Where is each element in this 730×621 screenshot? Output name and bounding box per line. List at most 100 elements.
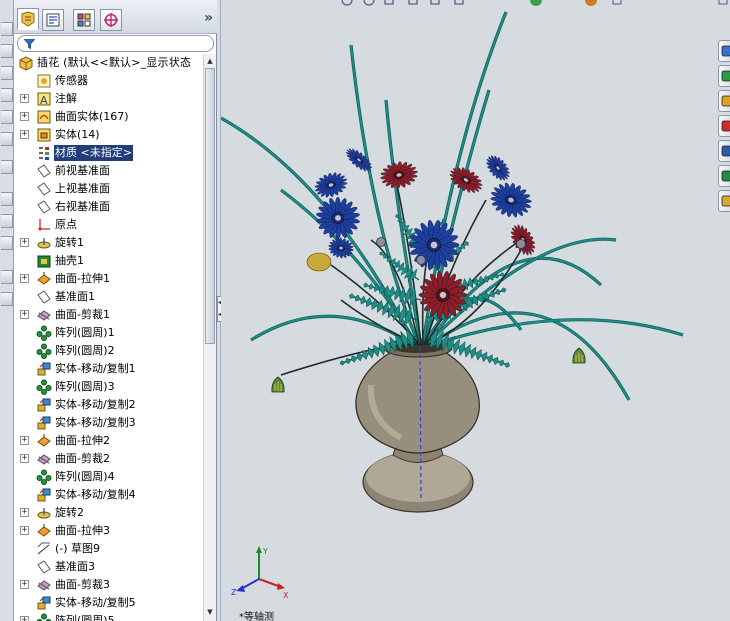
surface-extrude-icon <box>37 434 51 447</box>
tab-dimxpert[interactable] <box>100 9 122 31</box>
expand-toggle-icon[interactable]: + <box>20 436 29 445</box>
tree-node[interactable]: 阵列(圆周)1 <box>14 324 203 342</box>
tree-node[interactable]: 实体-移动/复制4 <box>14 486 203 504</box>
tree-node[interactable]: 材质 <未指定> <box>14 144 203 162</box>
tree-node[interactable]: + A 注解 <box>14 90 203 108</box>
task-pane-button[interactable] <box>718 165 730 187</box>
expand-toggle-icon[interactable]: + <box>20 94 29 103</box>
expand-toggle-icon[interactable]: + <box>20 580 29 589</box>
tree-node[interactable]: + 旋转2 <box>14 504 203 522</box>
feature-tree-icon <box>21 11 35 27</box>
task-pane-button[interactable] <box>718 140 730 162</box>
tree-node-label: 阵列(圆周)5 <box>55 614 115 621</box>
tree-node[interactable]: 抽壳1 <box>14 252 203 270</box>
tree-node[interactable]: (-) 草图9 <box>14 540 203 558</box>
expand-toggle-icon[interactable]: + <box>20 454 29 463</box>
tree-node[interactable]: + 阵列(圆周)5 <box>14 612 203 621</box>
strip-button[interactable] <box>1 44 13 58</box>
tree-node[interactable]: 实体-移动/复制5 <box>14 594 203 612</box>
tree-node[interactable]: + 曲面-拉伸3 <box>14 522 203 540</box>
tree-node[interactable]: + 曲面-拉伸2 <box>14 432 203 450</box>
tree-root[interactable]: 插花 (默认<<默认>_显示状态 <box>14 54 203 72</box>
task-pane-button[interactable] <box>718 190 730 212</box>
heads-up-toolbar[interactable] <box>341 0 730 8</box>
tree-filter-input[interactable] <box>17 35 214 52</box>
tree-node[interactable]: 实体-移动/复制1 <box>14 360 203 378</box>
tree-node-label: 实体-移动/复制1 <box>55 362 136 375</box>
strip-button[interactable] <box>1 160 13 174</box>
tree-node-label: 旋转2 <box>55 506 84 519</box>
plane-icon <box>37 290 51 304</box>
tree-node[interactable]: 传感器 <box>14 72 203 90</box>
command-manager-strip <box>0 0 14 621</box>
feature-manager-tabs: » <box>14 0 217 34</box>
task-pane-button[interactable] <box>718 115 730 137</box>
tree-node[interactable]: 基准面1 <box>14 288 203 306</box>
expand-toggle-icon[interactable]: + <box>20 310 29 319</box>
task-pane-button[interactable] <box>718 40 730 62</box>
tree-node[interactable]: 阵列(圆周)3 <box>14 378 203 396</box>
scroll-down-arrow-icon[interactable]: ▼ <box>204 606 216 618</box>
expand-toggle-icon[interactable]: + <box>20 526 29 535</box>
move-copy-icon <box>37 398 51 412</box>
expand-toggle-icon[interactable]: + <box>20 238 29 247</box>
tree-node-label: 传感器 <box>55 74 88 87</box>
tree-node-label: 抽壳1 <box>55 254 84 267</box>
tree-node[interactable]: + 曲面-剪裁3 <box>14 576 203 594</box>
tree-node[interactable]: 实体-移动/复制2 <box>14 396 203 414</box>
blue-flower <box>486 155 510 181</box>
strip-button[interactable] <box>1 292 13 306</box>
tree-node-label: 右视基准面 <box>55 200 110 213</box>
tree-node[interactable]: 阵列(圆周)4 <box>14 468 203 486</box>
circular-pattern-icon <box>36 325 52 341</box>
strip-button[interactable] <box>1 66 13 80</box>
round-bud <box>416 255 426 265</box>
strip-button[interactable] <box>1 88 13 102</box>
tree-node[interactable]: 上视基准面 <box>14 180 203 198</box>
tab-feature-tree[interactable] <box>17 8 39 30</box>
circular-pattern-icon <box>36 343 52 359</box>
strip-button[interactable] <box>1 270 13 284</box>
tree-node[interactable]: + 曲面-剪裁1 <box>14 306 203 324</box>
strip-button[interactable] <box>1 214 13 228</box>
tree-node[interactable]: 右视基准面 <box>14 198 203 216</box>
surface-extrude-icon <box>37 272 51 285</box>
scroll-up-arrow-icon[interactable]: ▲ <box>204 55 216 67</box>
strip-button[interactable] <box>1 236 13 250</box>
tree-node[interactable]: 基准面3 <box>14 558 203 576</box>
tree-node-label: 实体-移动/复制3 <box>55 416 136 429</box>
task-pane-button[interactable] <box>718 65 730 87</box>
tree-node-label: 阵列(圆周)4 <box>55 470 115 483</box>
graphics-area[interactable]: Y X Z *等轴测 <box>221 0 730 621</box>
tree-node-label: 插花 (默认<<默认>_显示状态 <box>37 56 192 69</box>
strip-button[interactable] <box>1 22 13 36</box>
tree-node[interactable]: 实体-移动/复制3 <box>14 414 203 432</box>
tab-configuration-manager[interactable] <box>73 9 95 31</box>
tree-node[interactable]: + 实体(14) <box>14 126 203 144</box>
tree-node[interactable]: + 旋转1 <box>14 234 203 252</box>
strip-button[interactable] <box>1 110 13 124</box>
dimxpert-icon <box>104 13 118 27</box>
expand-toggle-icon[interactable]: + <box>20 616 29 621</box>
tree-node[interactable]: + 曲面实体(167) <box>14 108 203 126</box>
expand-toggle-icon[interactable]: + <box>20 112 29 121</box>
tree-scrollbar[interactable]: ▲ ▼ <box>203 54 216 621</box>
expand-toggle-icon[interactable]: + <box>20 274 29 283</box>
tree-node[interactable]: 前视基准面 <box>14 162 203 180</box>
task-pane-button[interactable] <box>718 90 730 112</box>
tab-property-manager[interactable] <box>42 9 64 31</box>
tree-node-label: 曲面-剪裁1 <box>55 308 110 321</box>
collapse-chevron-icon[interactable]: » <box>204 10 213 26</box>
expand-toggle-icon[interactable]: + <box>20 130 29 139</box>
tree-node[interactable]: 原点 <box>14 216 203 234</box>
round-bud <box>376 237 386 247</box>
scrollbar-thumb[interactable] <box>205 68 215 344</box>
strip-button[interactable] <box>1 192 13 206</box>
tree-node[interactable]: + 曲面-拉伸1 <box>14 270 203 288</box>
tree-node[interactable]: 阵列(圆周)2 <box>14 342 203 360</box>
custom-properties-icon <box>721 195 730 207</box>
feature-manager-panel: » 插花 (默认<<默认>_显示状态传感器 + A 注解 + 曲面实体(167) + 实体(1… <box>14 0 217 621</box>
strip-button[interactable] <box>1 132 13 146</box>
tree-node[interactable]: + 曲面-剪裁2 <box>14 450 203 468</box>
expand-toggle-icon[interactable]: + <box>20 508 29 517</box>
